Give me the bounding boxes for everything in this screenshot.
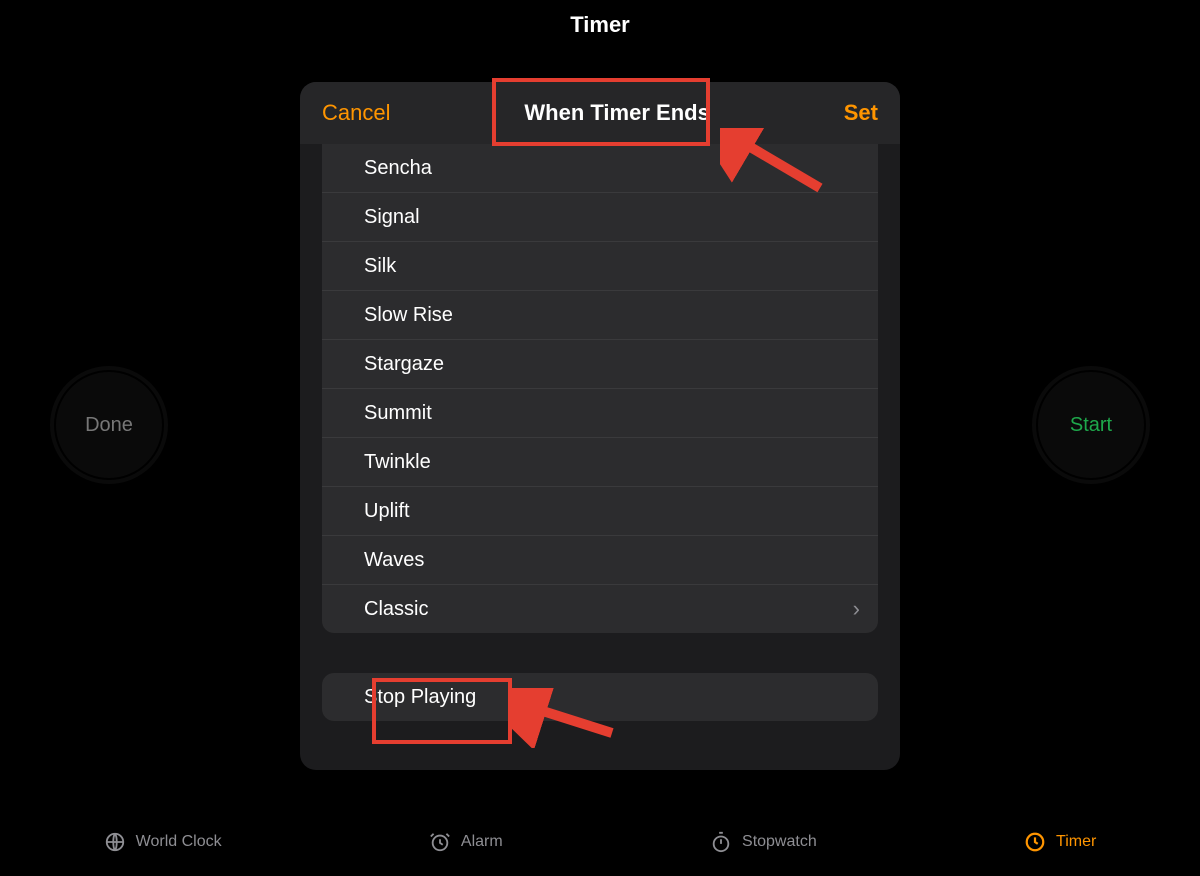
sound-row-twinkle[interactable]: Twinkle — [322, 438, 878, 487]
tab-label: Stopwatch — [742, 833, 817, 851]
sound-label: Silk — [364, 255, 396, 278]
cancel-button[interactable]: Cancel — [322, 100, 390, 126]
sound-label: Signal — [364, 206, 420, 229]
tab-label: Timer — [1056, 833, 1096, 851]
timer-end-sheet: Cancel When Timer Ends Set Sencha Signal… — [300, 82, 900, 770]
sound-row-stargaze[interactable]: Stargaze — [322, 340, 878, 389]
sound-row-classic[interactable]: Classic › — [322, 585, 878, 633]
stopwatch-icon — [710, 831, 732, 853]
done-button-label: Done — [85, 414, 133, 437]
sound-label: Waves — [364, 549, 424, 572]
sheet-header: Cancel When Timer Ends Set — [300, 82, 900, 144]
tab-stopwatch[interactable]: Stopwatch — [710, 831, 817, 853]
tab-alarm[interactable]: Alarm — [429, 831, 503, 853]
stop-playing-row[interactable]: Stop Playing — [322, 673, 878, 721]
sound-label: Sencha — [364, 157, 432, 180]
sound-row-slow-rise[interactable]: Slow Rise — [322, 291, 878, 340]
sound-row-waves[interactable]: Waves — [322, 536, 878, 585]
sound-label: Stargaze — [364, 353, 444, 376]
sound-list[interactable]: Sencha Signal Silk Slow Rise Stargaze Su… — [322, 144, 878, 633]
stop-playing-group: Stop Playing — [322, 673, 878, 721]
sound-row-uplift[interactable]: Uplift — [322, 487, 878, 536]
globe-icon — [104, 831, 126, 853]
tab-world-clock[interactable]: World Clock — [104, 831, 222, 853]
sound-row-sencha[interactable]: Sencha — [322, 144, 878, 193]
start-button-label: Start — [1070, 414, 1112, 437]
tab-label: World Clock — [136, 833, 222, 851]
start-button[interactable]: Start — [1032, 366, 1150, 484]
sound-label: Uplift — [364, 500, 410, 523]
tab-label: Alarm — [461, 833, 503, 851]
sound-label: Slow Rise — [364, 304, 453, 327]
alarm-icon — [429, 831, 451, 853]
timer-icon — [1024, 831, 1046, 853]
sound-label: Classic — [364, 598, 428, 621]
tab-bar: World Clock Alarm Stopwatch Timer — [0, 820, 1200, 864]
sound-row-signal[interactable]: Signal — [322, 193, 878, 242]
sound-row-summit[interactable]: Summit — [322, 389, 878, 438]
page-title: Timer — [0, 12, 1200, 38]
done-button[interactable]: Done — [50, 366, 168, 484]
set-button[interactable]: Set — [844, 100, 878, 126]
sound-label: Twinkle — [364, 451, 431, 474]
sound-label: Summit — [364, 402, 432, 425]
sound-row-silk[interactable]: Silk — [322, 242, 878, 291]
tab-timer[interactable]: Timer — [1024, 831, 1096, 853]
stop-playing-label: Stop Playing — [364, 686, 476, 709]
sheet-body: Sencha Signal Silk Slow Rise Stargaze Su… — [300, 144, 900, 770]
chevron-right-icon: › — [853, 596, 860, 622]
sheet-title: When Timer Ends — [524, 100, 709, 126]
